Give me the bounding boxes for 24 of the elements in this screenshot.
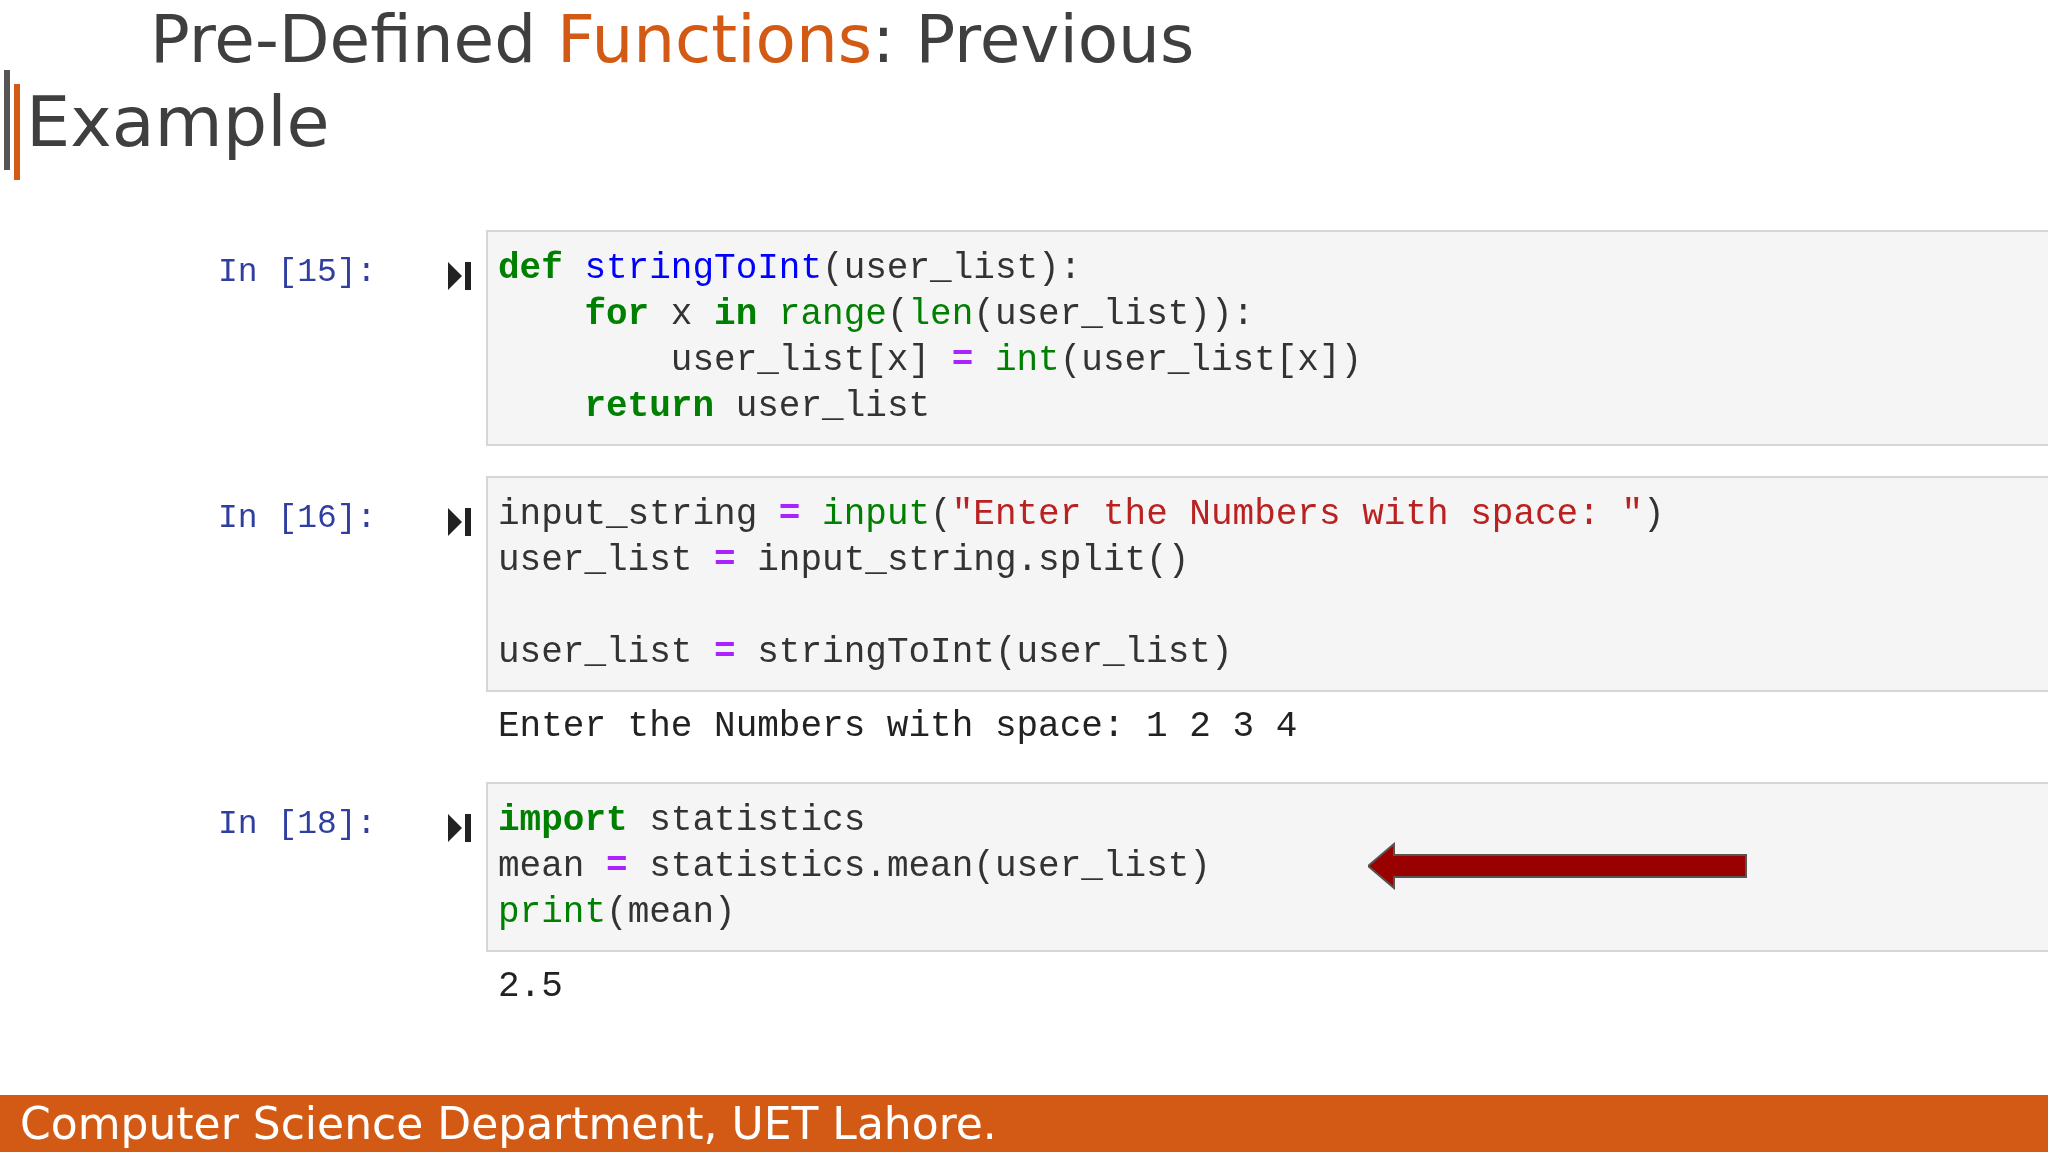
cell-prompt: In [15]: [217,253,378,293]
cell-prompt: In [16]: [217,499,378,539]
code-line: input_string = input("Enter the Numbers with space: ") [498,493,1665,537]
code-line: print(mean) [498,891,736,935]
cell-output: Enter the Numbers with space: 1 2 3 4 [497,705,1298,749]
slide-title: Pre-Defined Functions: Previous [150,0,1195,80]
code-cell[interactable]: def stringToInt(user_list): for x in range(len(user_list)): user_list[x] = int(user_list[x]) return user_list [486,230,2048,446]
code-cell[interactable]: input_string = input("Enter the Numbers with space: ") user_list = input_string.split() user_list = stringToInt(user_list) [486,476,2048,692]
run-icon[interactable] [448,506,472,538]
code-line: for x in range(len(user_list)): [583,293,1255,337]
code-line: user_list = stringToInt(user_list) [498,631,1233,675]
code-line: user_list = input_string.split() [498,539,1190,583]
code-line: user_list[x] = int(user_list[x]) [669,339,1363,383]
code-line: def stringToInt(user_list): [498,247,1082,291]
footer-text: Computer Science Department, UET Lahore. [20,1096,997,1151]
code-line: return user_list [583,385,931,429]
code-cell[interactable]: import statistics mean = statistics.mean(user_list) print(mean) [486,782,2048,952]
cell-output: 2.5 [497,965,563,1009]
code-line: import statistics [498,799,866,843]
run-icon[interactable] [448,260,472,292]
run-icon[interactable] [448,812,472,844]
slide-title: Example [26,80,330,164]
code-line: mean = statistics.mean(user_list) [498,845,1211,889]
cell-prompt: In [18]: [217,805,378,845]
